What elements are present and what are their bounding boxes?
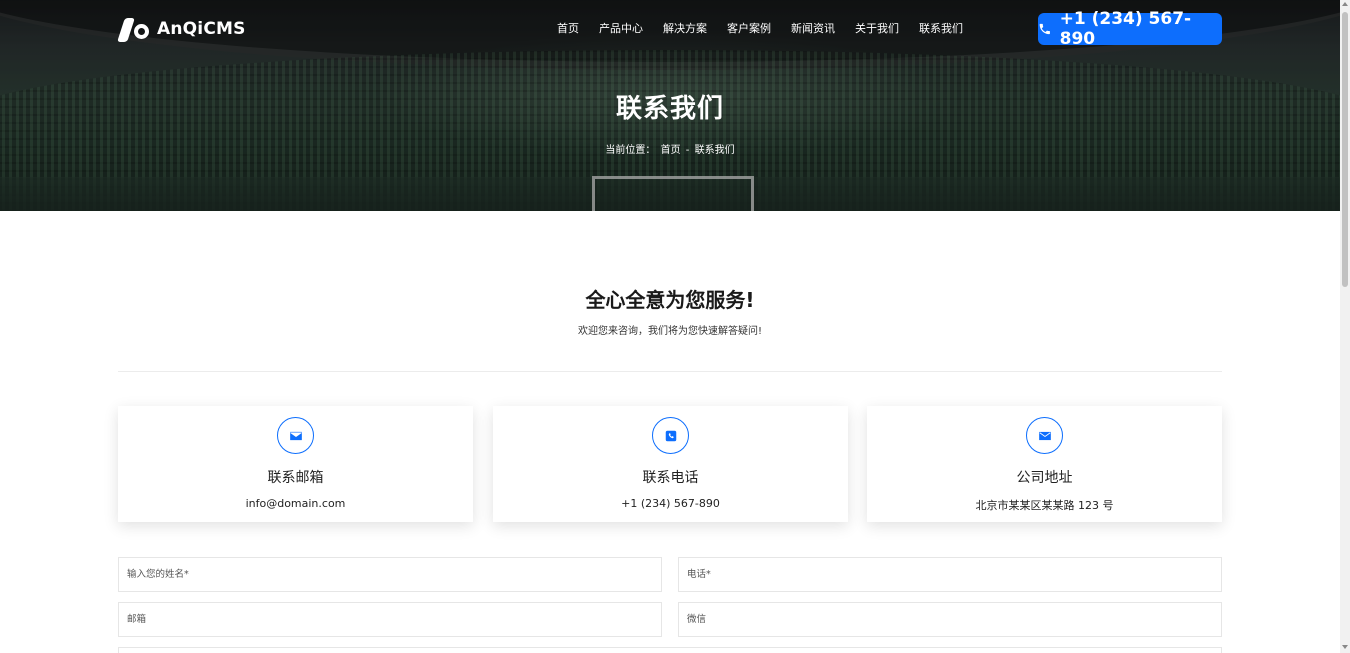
card-icon-circle bbox=[277, 417, 314, 454]
phone-call-button[interactable]: +1 (234) 567-890 bbox=[1038, 9, 1222, 49]
card-icon-circle bbox=[652, 417, 689, 454]
card-title: 联系电话 bbox=[642, 470, 699, 486]
contact-card-address: 公司地址 北京市某某区某某路 123 号 bbox=[867, 406, 1222, 522]
email-input[interactable] bbox=[118, 602, 662, 637]
breadcrumb-label: 当前位置： bbox=[605, 145, 656, 156]
envelope-icon bbox=[1038, 431, 1051, 440]
page-scrollbar[interactable] bbox=[1340, 0, 1350, 653]
section-title: 全心全意为您服务! bbox=[585, 288, 755, 312]
breadcrumb-separator: - bbox=[685, 145, 690, 156]
name-input[interactable] bbox=[118, 557, 662, 592]
card-title: 公司地址 bbox=[1016, 470, 1073, 486]
wechat-input[interactable] bbox=[678, 602, 1222, 637]
top-navigation-bar: AnQiCMS 首页 产品中心 解决方案 客户案例 新闻资讯 关于我们 联系我们… bbox=[0, 0, 1340, 60]
contact-card-phone: 联系电话 +1 (234) 567-890 bbox=[493, 406, 848, 522]
card-value: 北京市某某区某某路 123 号 bbox=[975, 499, 1114, 512]
section-subtitle: 欢迎您来咨询，我们将为您快速解答疑问! bbox=[577, 326, 762, 337]
card-value: info@domain.com bbox=[245, 497, 346, 510]
breadcrumb-current: 联系我们 bbox=[694, 145, 735, 156]
page-title: 联系我们 bbox=[615, 94, 724, 124]
logo-icon bbox=[117, 15, 151, 43]
scroll-down-arrow-icon[interactable] bbox=[1342, 645, 1348, 649]
section-divider bbox=[118, 371, 1222, 372]
phone-icon bbox=[665, 430, 676, 441]
card-icon-circle bbox=[1026, 417, 1063, 454]
phone-button-label: +1 (234) 567-890 bbox=[1059, 9, 1192, 49]
message-textarea[interactable] bbox=[118, 647, 1222, 653]
main-nav: 首页 产品中心 解决方案 客户案例 新闻资讯 关于我们 联系我们 bbox=[547, 20, 973, 38]
nav-item-news[interactable]: 新闻资讯 bbox=[781, 20, 845, 38]
nav-item-products[interactable]: 产品中心 bbox=[589, 20, 653, 38]
contact-card-email: 联系邮箱 info@domain.com bbox=[118, 406, 473, 522]
nav-item-home[interactable]: 首页 bbox=[547, 20, 589, 38]
phone-input[interactable] bbox=[678, 557, 1222, 592]
phone-icon bbox=[1039, 23, 1050, 35]
card-value: +1 (234) 567-890 bbox=[621, 497, 720, 510]
breadcrumb: 当前位置： 首页 - 联系我们 bbox=[0, 141, 1340, 156]
nav-item-cases[interactable]: 客户案例 bbox=[717, 20, 781, 38]
nav-item-about[interactable]: 关于我们 bbox=[845, 20, 909, 38]
site-logo[interactable]: AnQiCMS bbox=[117, 15, 246, 43]
nav-item-solutions[interactable]: 解决方案 bbox=[653, 20, 717, 38]
card-title: 联系邮箱 bbox=[267, 470, 324, 486]
breadcrumb-home-link[interactable]: 首页 bbox=[661, 145, 681, 156]
scroll-up-arrow-icon[interactable] bbox=[1342, 2, 1348, 6]
nav-item-contact[interactable]: 联系我们 bbox=[909, 20, 973, 38]
hero-banner: AnQiCMS 首页 产品中心 解决方案 客户案例 新闻资讯 关于我们 联系我们… bbox=[0, 0, 1340, 211]
envelope-icon bbox=[289, 431, 302, 440]
scrollbar-thumb[interactable] bbox=[1342, 12, 1348, 287]
logo-text: AnQiCMS bbox=[157, 19, 246, 39]
